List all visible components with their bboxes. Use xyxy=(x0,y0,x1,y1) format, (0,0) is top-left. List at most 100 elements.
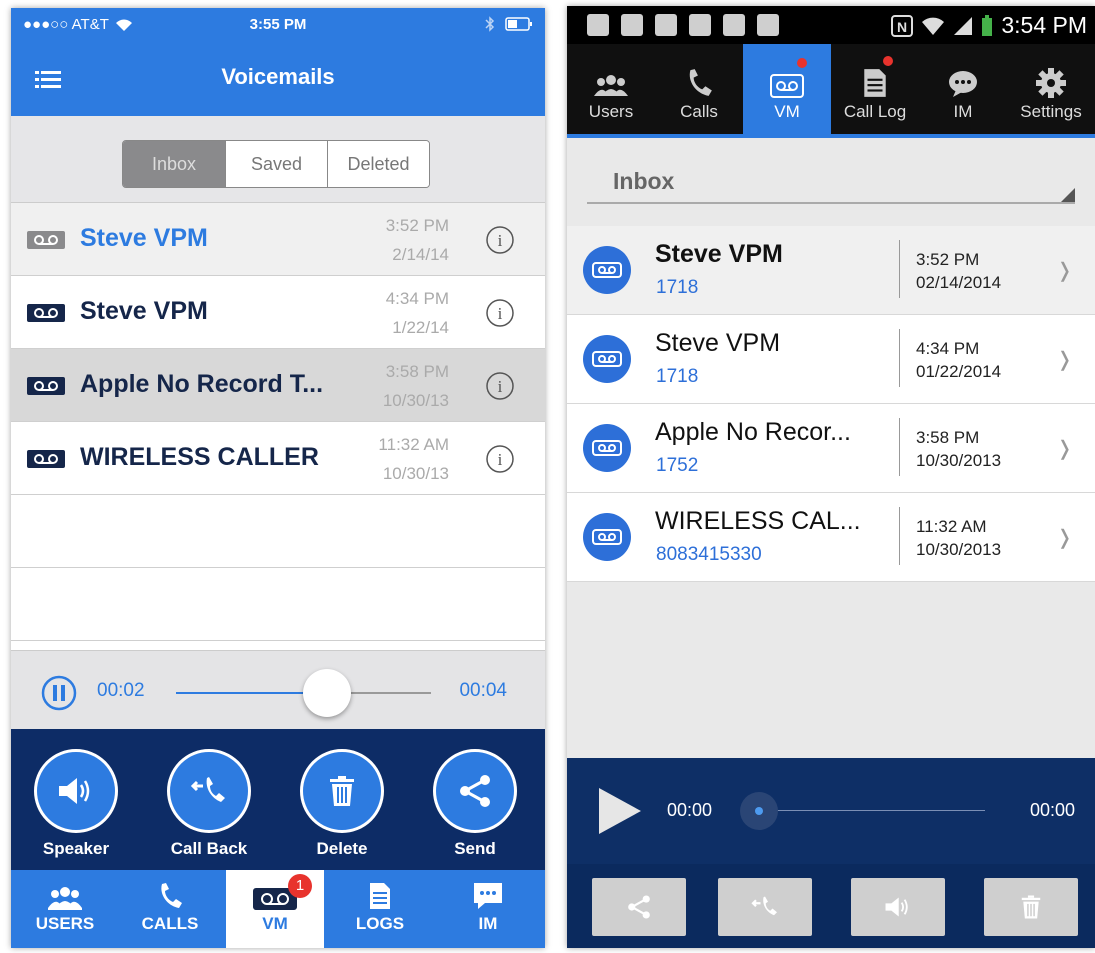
voicemail-icon xyxy=(27,450,65,468)
signal-icon xyxy=(953,16,973,36)
play-button[interactable] xyxy=(597,786,643,836)
call-back-button[interactable] xyxy=(718,878,812,936)
voicemail-icon xyxy=(770,74,804,98)
users-icon xyxy=(593,74,629,98)
send-label: Send xyxy=(454,839,496,858)
elapsed-time: 00:00 xyxy=(667,800,713,820)
tab-calls-label: CALLS xyxy=(141,914,199,933)
svg-text:i: i xyxy=(498,304,503,323)
tab-im[interactable]: IM xyxy=(919,44,1007,134)
svg-text:i: i xyxy=(498,377,503,396)
delete-button[interactable] xyxy=(984,878,1078,936)
usb-icon xyxy=(621,14,643,36)
pause-button[interactable] xyxy=(41,675,77,711)
nfc-icon: N xyxy=(891,14,914,37)
caller-name: Apple No Record T... xyxy=(80,370,324,398)
tab-call-log[interactable]: Call Log xyxy=(831,44,919,134)
audio-player: 00:02 00:04 xyxy=(11,650,545,729)
segment-inbox[interactable]: Inbox xyxy=(123,141,225,187)
svg-text:N: N xyxy=(897,19,907,35)
divider xyxy=(899,329,900,387)
tab-users[interactable]: Users xyxy=(567,44,655,134)
voicemail-icon xyxy=(583,246,631,294)
status-time: 3:55 PM xyxy=(249,16,307,33)
caller-number: 1718 xyxy=(656,366,699,387)
voicemail-row[interactable]: Steve VPM 1718 3:52 PM 02/14/2014 ❭ xyxy=(567,226,1095,315)
notification-icons xyxy=(587,14,779,36)
audio-player: 00:00 00:00 xyxy=(567,758,1095,864)
caller-name: Steve VPM xyxy=(655,240,783,268)
delete-label: Delete xyxy=(316,839,368,858)
tab-vm[interactable]: VM 1 xyxy=(226,870,324,948)
divider xyxy=(899,240,900,298)
tab-settings-label: Settings xyxy=(1020,102,1082,121)
send-button[interactable]: Send xyxy=(425,749,525,859)
vm-time: 3:52 PM xyxy=(916,250,980,269)
caller-name: Steve VPM xyxy=(80,297,208,325)
tab-logs[interactable]: LOGS xyxy=(331,870,429,948)
speaker-button[interactable]: Speaker xyxy=(26,749,126,859)
vm-date: 10/30/2013 xyxy=(916,540,1002,559)
total-time: 00:00 xyxy=(1029,800,1075,820)
tab-calls[interactable]: CALLS xyxy=(121,870,219,948)
folder-dropdown[interactable]: Inbox xyxy=(567,138,1095,226)
segment-saved[interactable]: Saved xyxy=(225,141,327,187)
speaker-icon xyxy=(884,896,912,918)
folder-segment-bar: Inbox Saved Deleted xyxy=(11,116,545,203)
call-back-icon xyxy=(750,894,780,920)
vm-time: 3:58 PM xyxy=(385,362,449,381)
share-button[interactable] xyxy=(592,878,686,936)
voicemail-row[interactable]: Steve VPM 4:34 PM 1/22/14 i xyxy=(11,276,545,349)
call-back-icon xyxy=(189,774,229,808)
tab-users[interactable]: USERS xyxy=(16,870,114,948)
android-screen: N 3:54 PM Users Calls VM Call Log IM Set… xyxy=(567,6,1095,948)
caller-number: 1718 xyxy=(656,277,699,298)
voicemail-icon xyxy=(27,231,65,249)
caller-name: WIRELESS CAL... xyxy=(655,507,861,535)
chevron-right-icon: ❭ xyxy=(1056,349,1073,371)
chat-icon xyxy=(948,70,978,98)
info-icon[interactable]: i xyxy=(485,298,515,328)
tab-call-log-label: Call Log xyxy=(843,102,907,121)
voicemail-list: Steve VPM 1718 3:52 PM 02/14/2014 ❭ Stev… xyxy=(567,226,1095,582)
voicemail-list: Steve VPM 3:52 PM 2/14/14 i Steve VPM 4:… xyxy=(11,203,545,641)
vm-time: 11:32 AM xyxy=(378,435,449,454)
info-icon[interactable]: i xyxy=(485,225,515,255)
vm-time: 4:34 PM xyxy=(916,339,980,358)
info-icon[interactable]: i xyxy=(485,444,515,474)
divider xyxy=(899,418,900,476)
message-icon xyxy=(723,14,745,36)
voicemail-row[interactable]: Steve VPM 1718 4:34 PM 01/22/2014 ❭ xyxy=(567,315,1095,404)
caller-name: Steve VPM xyxy=(655,329,781,357)
shield-icon xyxy=(757,14,779,36)
tab-vm[interactable]: VM xyxy=(743,44,831,134)
info-icon[interactable]: i xyxy=(485,371,515,401)
seek-slider-thumb[interactable] xyxy=(303,669,351,717)
voicemail-row[interactable]: Apple No Recor... 1752 3:58 PM 10/30/201… xyxy=(567,404,1095,493)
voicemail-row[interactable]: Apple No Record T... 3:58 PM 10/30/13 i xyxy=(11,349,545,422)
call-back-button[interactable]: Call Back xyxy=(159,749,259,859)
call-back-label: Call Back xyxy=(170,839,248,858)
tab-calls[interactable]: Calls xyxy=(655,44,743,134)
speaker-button[interactable] xyxy=(851,878,945,936)
android-status-bar: N 3:54 PM xyxy=(567,6,1095,44)
vm-date: 02/14/2014 xyxy=(916,273,1002,292)
phone-icon xyxy=(157,882,183,910)
voicemail-icon xyxy=(583,424,631,472)
dropdown-arrow-icon xyxy=(1061,188,1075,202)
vm-time: 11:32 AM xyxy=(916,517,987,536)
folder-label: Inbox xyxy=(613,168,675,194)
voicemail-icon xyxy=(27,304,65,322)
tab-im[interactable]: IM xyxy=(439,870,537,948)
voicemail-row[interactable]: Steve VPM 3:52 PM 2/14/14 i xyxy=(11,203,545,276)
segment-deleted[interactable]: Deleted xyxy=(327,141,429,187)
divider xyxy=(899,507,900,565)
voicemail-row[interactable]: WIRELESS CAL... 8083415330 11:32 AM 10/3… xyxy=(567,493,1095,582)
tab-settings[interactable]: Settings xyxy=(1007,44,1095,134)
share-icon xyxy=(457,773,493,809)
page-title: Voicemails xyxy=(221,64,335,89)
battery-icon xyxy=(505,17,533,31)
delete-button[interactable]: Delete xyxy=(292,749,392,859)
voicemail-row[interactable]: WIRELESS CALLER 11:32 AM 10/30/13 i xyxy=(11,422,545,495)
seek-slider-thumb[interactable] xyxy=(740,792,778,830)
